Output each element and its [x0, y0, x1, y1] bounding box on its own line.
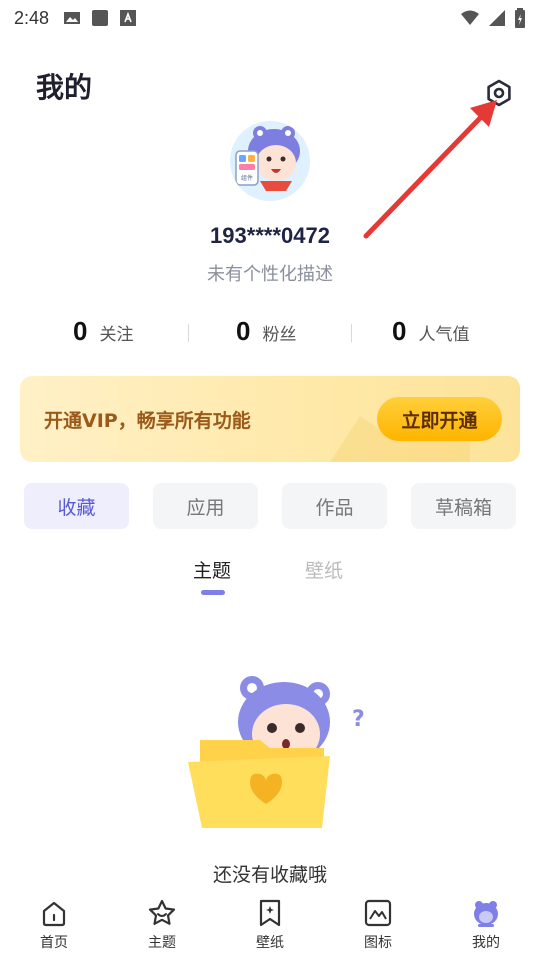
- tab-favorites[interactable]: 收藏: [24, 483, 129, 529]
- stats-row: 0 关注 0 粉丝 0 人气值: [0, 316, 540, 356]
- stat-followers-label: 粉丝: [262, 325, 297, 345]
- nav-item-profile[interactable]: 我的: [456, 898, 516, 952]
- mascot-avatar-icon: 组件: [230, 121, 310, 201]
- empty-favorites-illustration: ?: [188, 676, 365, 828]
- vip-banner[interactable]: 开通VIP，畅享所有功能 立即开通: [20, 376, 520, 462]
- vip-open-button[interactable]: 立即开通: [377, 397, 502, 441]
- home-icon: [42, 901, 66, 927]
- nav-item-wallpapers[interactable]: 壁纸: [240, 898, 300, 952]
- stat-popularity[interactable]: 0 人气值: [392, 316, 469, 347]
- stat-divider: [351, 324, 352, 342]
- wallpaper-icon: [259, 899, 281, 927]
- nav-label-themes: 主题: [148, 935, 176, 951]
- profile-icon: [474, 901, 498, 927]
- gallery-notification-icon: [64, 12, 81, 24]
- wifi-icon: [461, 10, 479, 25]
- tab-works[interactable]: 作品: [282, 483, 387, 529]
- stat-following[interactable]: 0 关注: [73, 316, 133, 347]
- vip-promo-text: 开通VIP，畅享所有功能: [44, 410, 251, 432]
- subtab-wallpapers[interactable]: 壁纸: [305, 556, 343, 583]
- text-notification-icon: [120, 10, 137, 26]
- signal-icon: [489, 10, 505, 26]
- page-title: 我的: [36, 71, 93, 104]
- empty-state-text: 还没有收藏哦: [212, 864, 327, 886]
- stat-following-count: 0: [73, 316, 88, 346]
- avatar-badge-text: 组件: [241, 174, 253, 182]
- avatar[interactable]: 组件: [230, 121, 310, 201]
- nav-label-icons: 图标: [364, 935, 392, 951]
- status-bar: 2:48: [0, 0, 540, 36]
- stat-popularity-label: 人气值: [418, 325, 470, 345]
- bottom-nav: 首页 主题 壁纸 图标 我的: [0, 888, 540, 960]
- subtab-themes[interactable]: 主题: [193, 556, 231, 583]
- tab-apps[interactable]: 应用: [153, 483, 258, 529]
- battery-icon: [515, 8, 525, 28]
- svg-text:?: ?: [352, 707, 365, 732]
- theme-icon: [148, 899, 176, 925]
- stat-popularity-count: 0: [392, 316, 407, 346]
- nav-item-icons[interactable]: 图标: [348, 898, 408, 952]
- subtab-active-indicator: [201, 590, 225, 595]
- username: 193****0472: [210, 223, 330, 248]
- stat-followers-count: 0: [236, 316, 251, 346]
- stat-followers[interactable]: 0 粉丝: [236, 316, 296, 347]
- settings-button[interactable]: [484, 78, 514, 108]
- app-notification-icon: [92, 10, 109, 26]
- status-time: 2:48: [14, 7, 50, 28]
- tab-drafts[interactable]: 草稿箱: [411, 483, 516, 529]
- settings-icon: [487, 79, 511, 107]
- nav-item-home[interactable]: 首页: [24, 898, 84, 952]
- nav-label-wallpapers: 壁纸: [256, 935, 284, 951]
- nav-label-home: 首页: [40, 935, 68, 951]
- profile-bio[interactable]: 未有个性化描述: [0, 260, 540, 286]
- stat-following-label: 关注: [99, 325, 134, 345]
- nav-item-themes[interactable]: 主题: [132, 898, 192, 952]
- stat-divider: [188, 324, 189, 342]
- icon-gallery-icon: [364, 899, 392, 927]
- sub-tabs: 主题 壁纸: [0, 556, 540, 600]
- category-tabs: 收藏 应用 作品 草稿箱: [24, 483, 516, 529]
- nav-label-profile: 我的: [472, 935, 500, 951]
